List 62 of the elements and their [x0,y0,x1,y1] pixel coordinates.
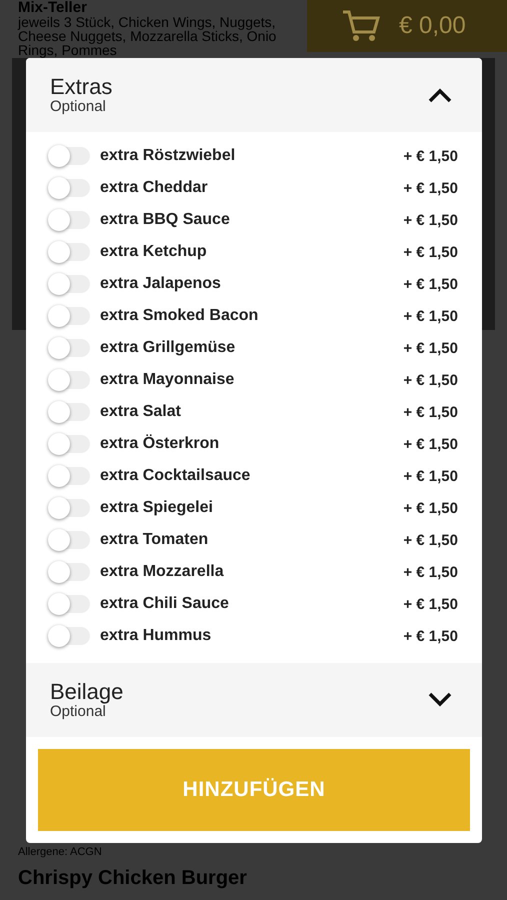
section-subtitle: Optional [50,704,106,720]
dish-description: Cheese Nuggets, Mozzarella Sticks, Onio [18,29,276,43]
option-price: + € 1,50 [403,340,458,356]
option-label: extra Mayonnaise [100,371,236,389]
toggle-switch[interactable] [48,339,90,357]
option-label: extra Röstzwiebel [100,147,236,165]
option-label: extra Chili Sauce [100,595,230,613]
toggle-switch[interactable] [48,275,90,293]
option-label: extra Ketchup [100,243,208,261]
option-label: extra Jalapenos [100,275,222,293]
toggle-switch[interactable] [48,563,90,581]
option-label: extra Cocktailsauce [100,467,252,485]
option-price: + € 1,50 [403,500,458,516]
option-price: + € 1,50 [403,180,458,196]
option-price: + € 1,50 [403,372,458,388]
option-label: extra Cheddar [100,179,209,197]
allergens-text: Allergene: ACGN [18,845,103,860]
option-price: + € 1,50 [403,436,458,452]
toggle-switch[interactable] [48,627,90,645]
option-label: extra Spiegelei [100,499,214,517]
option-price: + € 1,50 [403,628,458,644]
dish-title: Mix-Teller [18,0,88,15]
option-price: + € 1,50 [403,532,458,548]
toggle-switch[interactable] [48,403,90,421]
cart-button[interactable]: € 0,00 [307,0,507,52]
option-price: + € 1,50 [403,468,458,484]
section-title: Extras [50,75,112,99]
option-price: + € 1,50 [403,276,458,292]
cart-icon [341,9,381,43]
toggle-switch[interactable] [48,499,90,517]
toggle-switch[interactable] [48,179,90,197]
option-price: + € 1,50 [403,404,458,420]
option-label: extra Salat [100,403,182,421]
toggle-switch[interactable] [48,467,90,485]
toggle-switch[interactable] [48,595,90,613]
dish-title: Chrispy Chicken Burger [17,866,248,890]
option-label: extra Tomaten [100,531,210,549]
dish-description: jeweils 3 Stück, Chicken Wings, Nuggets, [18,15,276,29]
toggle-switch[interactable] [48,307,90,325]
option-label: extra Mozzarella [100,563,225,581]
option-price: + € 1,50 [403,596,458,612]
option-price: + € 1,50 [403,212,458,228]
toggle-switch[interactable] [48,211,90,229]
toggle-switch[interactable] [48,243,90,261]
section-subtitle: Optional [50,99,107,115]
option-price: + € 1,50 [403,308,458,324]
dish-description: Rings, Pommes [18,43,117,57]
option-label: extra Grillgemüse [100,339,236,357]
section-header[interactable]: Extras Optional [26,58,482,132]
option-price: + € 1,50 [403,244,458,260]
section-title: Beilage [50,680,124,704]
toggle-switch[interactable] [48,435,90,453]
option-price: + € 1,50 [403,148,458,164]
option-price: + € 1,50 [403,564,458,580]
toggle-switch[interactable] [48,147,90,165]
option-label: extra Österkron [100,435,220,453]
section-header[interactable]: Beilage Optional [26,663,482,737]
option-label: extra BBQ Sauce [100,211,231,229]
toggle-switch[interactable] [48,531,90,549]
toggle-switch[interactable] [48,371,90,389]
option-label: extra Smoked Bacon [100,307,260,325]
option-label: extra Hummus [100,627,212,645]
